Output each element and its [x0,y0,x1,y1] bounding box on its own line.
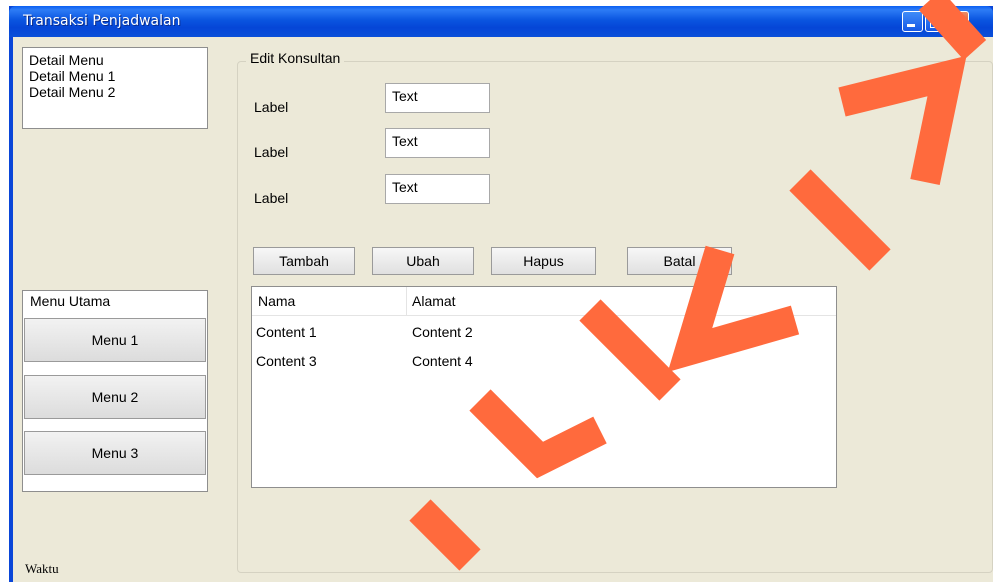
table-cell: Content 2 [412,324,473,340]
maximize-button[interactable] [925,11,946,32]
app-window: Transaksi Penjadwalan Detail Menu Detail… [9,6,993,582]
close-button[interactable] [948,11,969,32]
table-cell: Content 1 [256,324,317,340]
menu-3-button[interactable]: Menu 3 [24,431,206,475]
window-title: Transaksi Penjadwalan [23,13,181,29]
minimize-icon [907,24,915,27]
table-header: Nama Alamat [252,287,836,316]
waktu-label: Waktu [25,561,59,576]
column-divider [406,287,407,315]
detail-menu-item[interactable]: Detail Menu 2 [29,84,201,100]
field-label-2: Label [254,144,289,160]
main-menu-title: Menu Utama [30,293,111,309]
menu-2-button[interactable]: Menu 2 [24,375,206,419]
detail-menu-item[interactable]: Detail Menu [29,52,201,68]
text-field-3[interactable]: Text [385,174,490,204]
column-header-alamat[interactable]: Alamat [412,293,456,309]
detail-menu-item[interactable]: Detail Menu 1 [29,68,201,84]
window-client-area: Detail Menu Detail Menu 1 Detail Menu 2 … [13,37,993,582]
field-label-1: Label [254,99,289,115]
text-field-2[interactable]: Text [385,128,490,158]
batal-button[interactable]: Batal [627,247,732,275]
minimize-button[interactable] [902,11,923,32]
table-cell: Content 4 [412,353,473,369]
tambah-button[interactable]: Tambah [253,247,355,275]
text-field-1[interactable]: Text [385,83,490,113]
ubah-button[interactable]: Ubah [372,247,474,275]
menu-1-button[interactable]: Menu 1 [24,318,206,362]
edit-konsultan-legend: Edit Konsultan [246,50,345,66]
column-header-nama[interactable]: Nama [258,293,295,309]
maximize-icon [930,15,941,28]
close-icon [952,15,965,28]
title-bar[interactable]: Transaksi Penjadwalan [9,6,993,37]
main-menu-panel: Menu Utama Menu 1 Menu 2 Menu 3 [22,290,208,492]
hapus-button[interactable]: Hapus [491,247,596,275]
konsultan-table[interactable]: Nama Alamat Content 1 Content 2 Content … [251,286,837,488]
table-cell: Content 3 [256,353,317,369]
detail-menu-list[interactable]: Detail Menu Detail Menu 1 Detail Menu 2 [22,47,208,129]
field-label-3: Label [254,190,289,206]
